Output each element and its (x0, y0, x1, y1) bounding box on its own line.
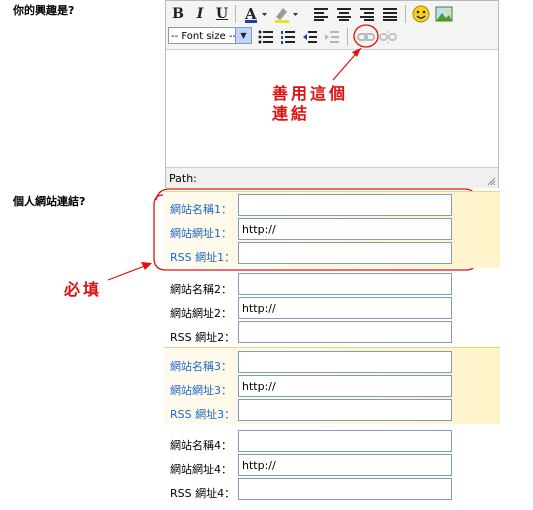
rss-url-4-label: RSS 網址4： (170, 487, 236, 500)
rss-url-2-label: RSS 網址2： (170, 331, 236, 344)
site-url-3-label: 網站網址3： (170, 384, 232, 397)
site-name-3-label: 網站名稱3： (170, 360, 232, 373)
link-hint-annotation-line2: 連結 (272, 104, 311, 123)
site-url-4-label: 網站網址4： (170, 463, 232, 476)
site-name-4-input[interactable] (238, 430, 452, 452)
site-name-2-input[interactable] (238, 273, 452, 295)
rss-url-2-input[interactable] (238, 321, 452, 343)
site-name-1-label: 網站名稱1： (170, 203, 232, 216)
site-name-1-input[interactable] (238, 194, 452, 216)
rss-url-4-input[interactable] (238, 478, 452, 500)
rss-url-3-label: RSS 網址3： (170, 408, 236, 421)
site-url-1-input[interactable] (238, 218, 452, 240)
rss-url-1-label: RSS 網址1： (170, 251, 236, 264)
site-url-2-label: 網站網址2： (170, 307, 232, 320)
rss-url-1-input[interactable] (238, 242, 452, 264)
site-url-2-input[interactable] (238, 297, 452, 319)
site-name-2-label: 網站名稱2： (170, 283, 232, 296)
site-url-4-input[interactable] (238, 454, 452, 476)
site-url-3-input[interactable] (238, 375, 452, 397)
site-name-3-input[interactable] (238, 351, 452, 373)
site-name-4-label: 網站名稱4： (170, 439, 232, 452)
site-url-1-label: 網站網址1： (170, 227, 232, 240)
required-annotation: 必填 (64, 280, 103, 299)
rss-url-3-input[interactable] (238, 399, 452, 421)
